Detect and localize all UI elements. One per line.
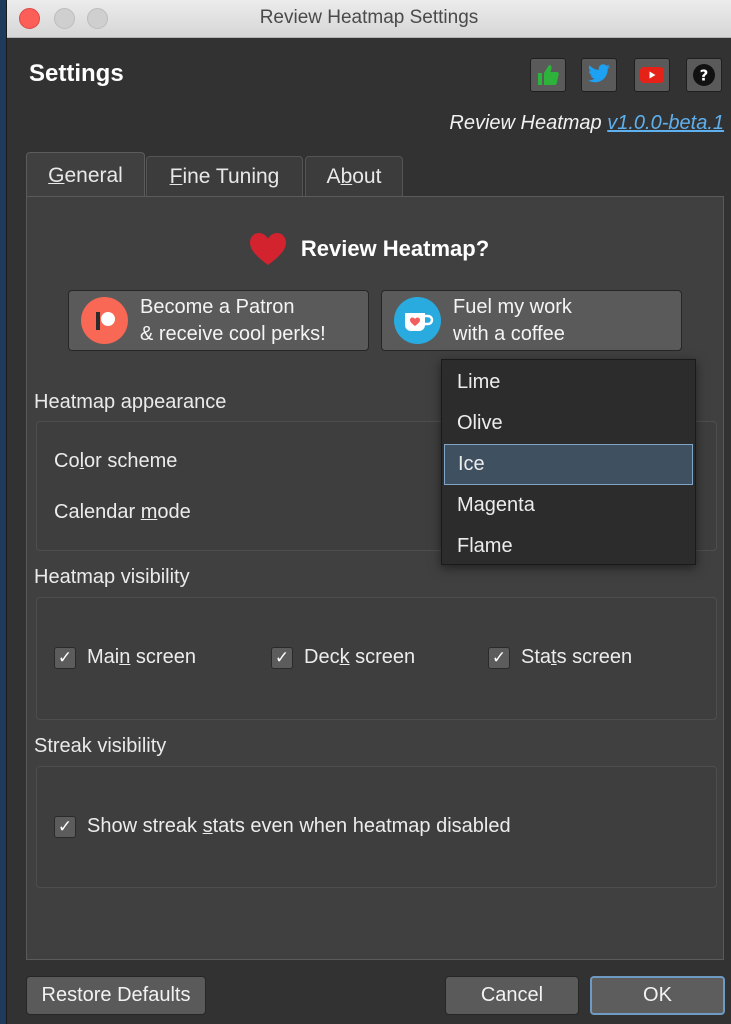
show-streak-label: Show streak stats even when heatmap disa… xyxy=(87,815,511,837)
restore-defaults-button[interactable]: Restore Defaults xyxy=(26,976,206,1015)
visibility-group-label: Heatmap visibility xyxy=(34,566,190,588)
window-title: Review Heatmap Settings xyxy=(259,7,479,28)
patreon-label: Become a Patron & receive cool perks! xyxy=(140,295,326,345)
stats-screen-label: Stats screen xyxy=(521,646,633,668)
patreon-icon xyxy=(81,297,128,344)
tab-label: Fine Tuning xyxy=(169,165,280,188)
twitter-button[interactable] xyxy=(581,58,617,92)
help-icon: ? xyxy=(693,64,715,86)
color-scheme-label: Color scheme xyxy=(54,450,178,472)
twitter-icon xyxy=(588,64,610,83)
dropdown-option-flame[interactable]: Flame xyxy=(444,526,693,567)
dropdown-option-lime[interactable]: Lime xyxy=(444,362,693,403)
color-scheme-dropdown-list[interactable]: Lime Olive Ice Magenta Flame xyxy=(441,359,696,565)
help-button[interactable]: ? xyxy=(686,58,722,92)
tab-fine-tuning[interactable]: Fine Tuning xyxy=(146,156,303,197)
page-title: Settings xyxy=(29,60,124,87)
rate-addon-button[interactable] xyxy=(530,58,566,92)
cancel-button[interactable]: Cancel xyxy=(445,976,579,1015)
deck-screen-checkbox-row[interactable]: ✓ Deck screen xyxy=(271,646,415,669)
version-line: Review Heatmap v1.0.0-beta.1 xyxy=(449,112,724,135)
heart-icon xyxy=(249,233,286,265)
stats-screen-checkbox[interactable]: ✓ xyxy=(488,646,510,669)
thumbs-up-icon xyxy=(538,65,559,85)
dropdown-option-ice[interactable]: Ice xyxy=(444,444,693,485)
deck-screen-checkbox[interactable]: ✓ xyxy=(271,646,293,669)
patreon-button[interactable]: Become a Patron & receive cool perks! xyxy=(68,290,369,351)
tab-about[interactable]: About xyxy=(305,156,403,197)
version-link[interactable]: v1.0.0-beta.1 xyxy=(607,112,724,134)
youtube-icon xyxy=(640,67,664,83)
dropdown-option-magenta[interactable]: Magenta xyxy=(444,485,693,526)
promo-title: Review Heatmap? xyxy=(300,236,490,261)
main-screen-checkbox-row[interactable]: ✓ Main screen xyxy=(54,646,196,669)
promo-header: Review Heatmap? xyxy=(7,232,731,266)
stats-screen-checkbox-row[interactable]: ✓ Stats screen xyxy=(488,646,632,669)
app-name: Review Heatmap xyxy=(449,112,602,134)
coffee-button[interactable]: Fuel my work with a coffee xyxy=(381,290,682,351)
youtube-button[interactable] xyxy=(634,58,670,92)
streak-group-label: Streak visibility xyxy=(34,735,167,757)
main-screen-label: Main screen xyxy=(87,646,196,668)
tab-label: About xyxy=(326,165,382,188)
ok-button[interactable]: OK xyxy=(590,976,725,1015)
tab-label: General xyxy=(48,163,123,187)
main-screen-checkbox[interactable]: ✓ xyxy=(54,646,76,669)
coffee-label: Fuel my work with a coffee xyxy=(453,295,572,345)
show-streak-checkbox-row[interactable]: ✓ Show streak stats even when heatmap di… xyxy=(54,815,511,838)
dropdown-option-olive[interactable]: Olive xyxy=(444,403,693,444)
title-bar[interactable]: Review Heatmap Settings xyxy=(7,0,731,38)
settings-window: Review Heatmap Settings Settings ? Revie… xyxy=(6,0,731,1024)
svg-text:?: ? xyxy=(700,67,709,85)
coffee-cup-icon xyxy=(394,297,441,344)
show-streak-checkbox[interactable]: ✓ xyxy=(54,815,76,838)
appearance-group-label: Heatmap appearance xyxy=(34,391,227,413)
tab-general[interactable]: General xyxy=(26,152,145,199)
calendar-mode-label: Calendar mode xyxy=(54,501,191,523)
deck-screen-label: Deck screen xyxy=(304,646,416,668)
